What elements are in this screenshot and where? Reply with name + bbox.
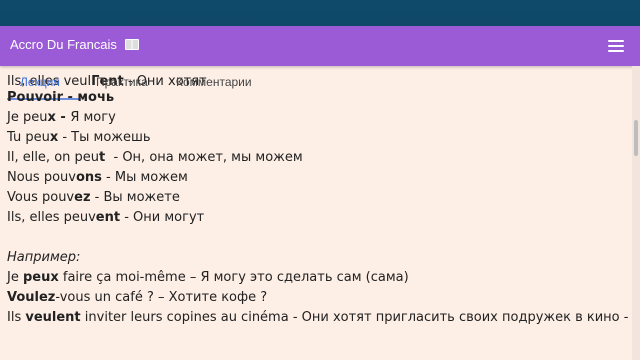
conj-translation: - Мы можем bbox=[101, 170, 188, 185]
conj-stem: Il, elle, on peu bbox=[7, 150, 100, 165]
lesson-content: Pouvoir - мочь Je peux - Я могу Tu peux … bbox=[7, 88, 629, 328]
example-text: Ils bbox=[7, 310, 26, 325]
conjugation-line: Nous pouvons - Мы можем bbox=[7, 168, 627, 188]
conj-translation: - Они могут bbox=[120, 210, 205, 225]
book-icon bbox=[124, 39, 139, 50]
conj-ending: x - bbox=[47, 110, 71, 125]
scrollbar-thumb[interactable] bbox=[634, 120, 638, 156]
conj-stem: Je peu bbox=[7, 110, 48, 125]
app-title: Accro Du Francais bbox=[10, 37, 139, 52]
example-bold: peux bbox=[22, 270, 59, 285]
conj-stem: Tu peu bbox=[7, 130, 50, 145]
lesson-heading: Pouvoir - мочь bbox=[7, 88, 627, 108]
conj-translation: - Он, она может, мы можем bbox=[105, 150, 303, 165]
example-bold: Voulez bbox=[7, 290, 56, 305]
conj-ending: x bbox=[49, 130, 59, 145]
conj-ending: ons bbox=[75, 170, 102, 185]
heading-text: Pouvoir - мочь bbox=[7, 90, 115, 105]
example-text: -vous un café ? – Хотите кофе ? bbox=[55, 290, 268, 305]
conj-stem: Ils, elles peuv bbox=[7, 210, 96, 225]
example-text: faire ça moi-même – Я могу это сделать с… bbox=[58, 270, 409, 285]
conj-stem: Vous pouv bbox=[7, 190, 75, 205]
examples-label: Например: bbox=[7, 248, 627, 268]
tab-practice[interactable]: Практика bbox=[96, 75, 148, 89]
app-title-text: Accro Du Francais bbox=[10, 37, 117, 52]
conjugation-line: Tu peux - Ты можешь bbox=[7, 128, 627, 148]
menu-bar bbox=[608, 45, 624, 47]
example-text: Je bbox=[7, 270, 23, 285]
conjugation-line: Il, elle, on peut - Он, она может, мы мо… bbox=[7, 148, 627, 168]
hamburger-menu-icon[interactable] bbox=[608, 39, 624, 53]
conjugation-line: Je peux - Я могу bbox=[7, 108, 627, 128]
example-text: inviter leurs copines au cinéma - Они хо… bbox=[80, 310, 629, 325]
menu-bar bbox=[608, 50, 624, 52]
menu-bar bbox=[608, 40, 624, 42]
conj-translation: - Ты можешь bbox=[58, 130, 151, 145]
example-line: Je peux faire ça moi-même – Я могу это с… bbox=[7, 268, 627, 288]
conj-ending: ez bbox=[74, 190, 91, 205]
conj-translation: - Вы можете bbox=[90, 190, 180, 205]
conj-stem: Nous pouv bbox=[7, 170, 76, 185]
examples-label-text: Например: bbox=[7, 250, 81, 265]
example-bold: veulent bbox=[25, 310, 81, 325]
conj-ending: ent bbox=[95, 210, 121, 225]
conjugation-line: Vous pouvez - Вы можете bbox=[7, 188, 627, 208]
tab-lecture[interactable]: Лекция bbox=[20, 75, 60, 89]
conjugation-line: Ils, elles peuvent - Они могут bbox=[7, 208, 627, 228]
tab-comments[interactable]: Комментарии bbox=[176, 75, 252, 89]
example-line: Voulez-vous un café ? – Хотите кофе ? bbox=[7, 288, 627, 308]
vertical-scrollbar[interactable] bbox=[632, 66, 640, 360]
example-line: Ils veulent inviter leurs copines au cin… bbox=[7, 308, 629, 328]
conj-translation: Я могу bbox=[70, 110, 116, 125]
app-bar: Accro Du Francais bbox=[0, 26, 640, 66]
